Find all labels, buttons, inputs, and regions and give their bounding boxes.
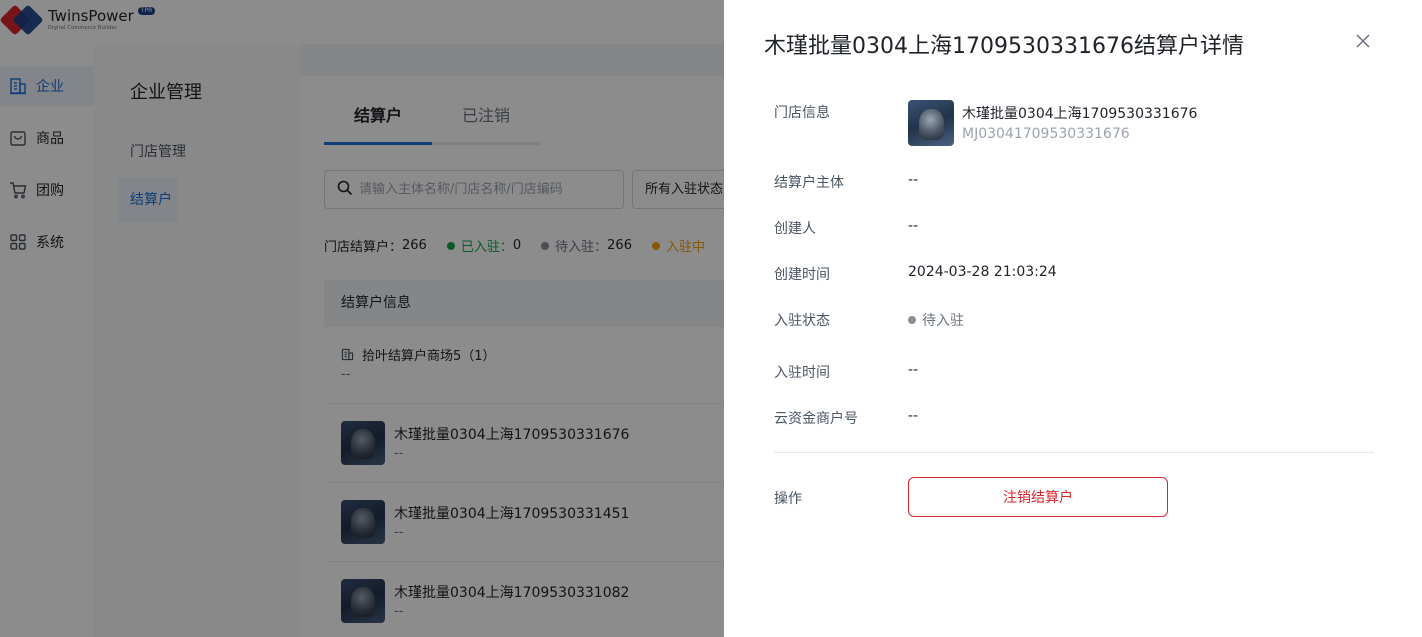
onboard-status-label: 入驻状态	[774, 313, 830, 329]
onboard-time-value: --	[908, 362, 919, 378]
entity-value: --	[908, 172, 919, 188]
action-label: 操作	[774, 491, 802, 507]
created-at-label: 创建时间	[774, 267, 830, 283]
merchant-no-label: 云资金商户号	[774, 411, 858, 427]
created-at-value: 2024-03-28 21:03:24	[908, 264, 1057, 280]
store-info-label: 门店信息	[774, 105, 830, 121]
divider	[774, 452, 1374, 453]
cancel-settlement-button[interactable]: 注销结算户	[908, 477, 1168, 517]
merchant-no-value: --	[908, 408, 919, 424]
store-name: 木瑾批量0304上海1709530331676	[962, 106, 1198, 122]
status-dot	[908, 316, 916, 324]
store-code: MJ03041709530331676	[962, 126, 1130, 142]
creator-value: --	[908, 218, 919, 234]
onboard-time-label: 入驻时间	[774, 365, 830, 381]
store-thumbnail	[908, 100, 954, 146]
onboard-status-value: 待入驻	[922, 313, 964, 329]
creator-label: 创建人	[774, 221, 816, 237]
drawer-title: 木瑾批量0304上海1709530331676结算户详情	[764, 34, 1244, 59]
close-icon[interactable]	[1352, 30, 1374, 52]
onboard-status-badge: 待入驻	[908, 310, 964, 330]
entity-label: 结算户主体	[774, 175, 844, 191]
detail-drawer: 木瑾批量0304上海1709530331676结算户详情 门店信息 木瑾批量03…	[724, 0, 1422, 637]
